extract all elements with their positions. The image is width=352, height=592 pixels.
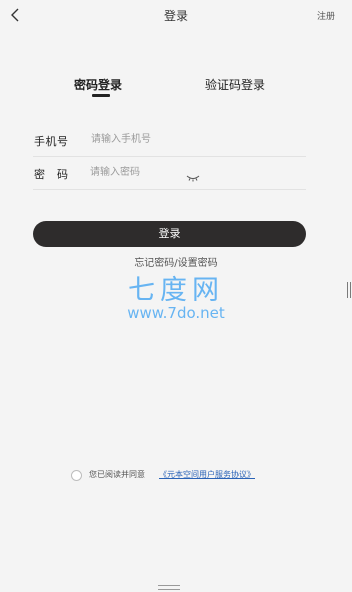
eye-closed-icon[interactable]: [186, 167, 200, 182]
tab-sms-login[interactable]: 验证码登录: [205, 76, 265, 93]
page-title: 登录: [163, 9, 188, 23]
top-bar: 登录 注册: [0, 0, 352, 30]
password-label: 密 码: [34, 168, 69, 181]
phone-label: 手机号: [34, 135, 69, 148]
home-indicator: [158, 585, 180, 590]
password-field: 密 码: [33, 156, 306, 190]
register-button[interactable]: 注册: [317, 9, 335, 22]
login-tabs: 密码登录 验证码登录: [0, 72, 352, 102]
agree-checkbox[interactable]: [71, 470, 82, 481]
forgot-password-link[interactable]: 忘记密码/设置密码: [0, 254, 352, 269]
watermark-brand: 七度网: [128, 275, 224, 306]
agreement-text: 您已阅读并同意: [89, 470, 145, 479]
password-input[interactable]: [90, 162, 240, 182]
phone-field: 手机号: [33, 123, 306, 157]
watermark-url: www.7do.net: [127, 304, 225, 322]
active-tab-indicator: [92, 94, 110, 97]
phone-input[interactable]: [91, 129, 241, 149]
agreement-link[interactable]: 《元本空间用户服务协议》: [159, 469, 255, 480]
side-drag-handle[interactable]: [347, 282, 351, 298]
tab-password-login[interactable]: 密码登录: [74, 76, 122, 93]
login-button[interactable]: 登录: [33, 221, 306, 247]
